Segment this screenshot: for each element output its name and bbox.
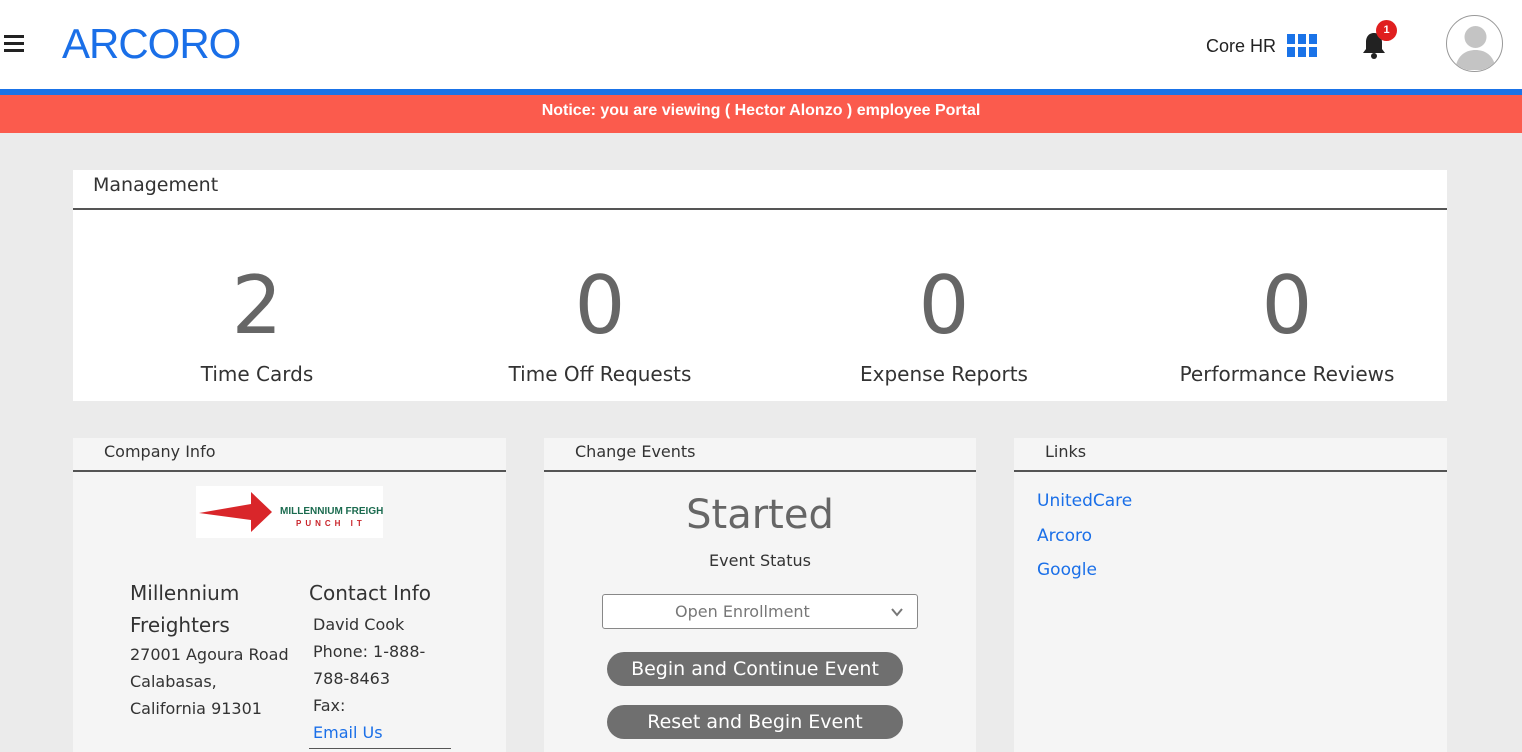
divider: [73, 208, 1447, 210]
change-events-title: Change Events: [575, 442, 696, 461]
address-line-2: Calabasas, California 91301: [130, 672, 262, 718]
stat-time-off-requests[interactable]: 0 Time Off Requests: [460, 258, 740, 386]
address-line-1: 27001 Agoura Road: [130, 645, 289, 664]
module-label[interactable]: Core HR: [1206, 36, 1276, 57]
company-logo-graphic: MILLENNIUM FREIGHTERS PUNCH IT: [199, 492, 410, 532]
user-silhouette-icon: [1455, 26, 1496, 70]
contact-phone: Phone: 1-888-788-8463: [313, 642, 426, 688]
company-info-panel: Company Info MILLENNIUM FREIGHTERS PUNCH…: [73, 438, 506, 752]
chevron-down-icon: [891, 608, 903, 617]
contact-info-title: Contact Info: [309, 581, 432, 605]
reset-begin-event-button[interactable]: Reset and Begin Event: [607, 705, 903, 739]
stat-value: 0: [918, 259, 970, 352]
stat-label: Time Off Requests: [508, 362, 692, 386]
contact-fax: Fax:: [313, 696, 346, 715]
contact-name: David Cook: [313, 615, 405, 634]
company-info-title: Company Info: [104, 442, 216, 461]
divider: [544, 470, 976, 472]
company-logo-text: MILLENNIUM FREIGHTERS: [280, 506, 383, 517]
link-google[interactable]: Google: [1037, 560, 1097, 580]
links-title: Links: [1045, 442, 1087, 461]
event-status-label: Event Status: [709, 551, 811, 570]
management-title: Management: [93, 174, 219, 196]
company-logo-tagline: PUNCH IT: [296, 519, 366, 528]
stat-time-cards[interactable]: 2 Time Cards: [117, 258, 397, 386]
stat-expense-reports[interactable]: 0 Expense Reports: [804, 258, 1084, 386]
begin-continue-event-button[interactable]: Begin and Continue Event: [607, 652, 903, 686]
contact-info: David Cook Phone: 1-888-788-8463 Fax: Em…: [313, 611, 458, 746]
notification-badge: 1: [1376, 20, 1397, 41]
stat-value: 0: [1261, 259, 1313, 352]
stat-value: 0: [574, 259, 626, 352]
top-bar: ARCORO Core HR 1: [0, 0, 1522, 89]
hamburger-menu-icon[interactable]: [4, 35, 24, 53]
stat-label: Performance Reviews: [1179, 362, 1395, 386]
links-panel: Links UnitedCare Arcoro Google: [1014, 438, 1447, 752]
event-select[interactable]: Open Enrollment: [602, 594, 918, 629]
stat-label: Time Cards: [200, 362, 314, 386]
email-us-link[interactable]: Email Us: [313, 719, 458, 746]
divider: [309, 748, 451, 749]
company-name: Millennium Freighters: [130, 581, 240, 637]
arcoro-logo[interactable]: ARCORO: [62, 22, 241, 66]
user-avatar[interactable]: [1446, 15, 1503, 72]
link-arcoro[interactable]: Arcoro: [1037, 526, 1092, 546]
link-unitedcare[interactable]: UnitedCare: [1037, 491, 1132, 511]
management-panel: Management 2 Time Cards 0 Time Off Reque…: [73, 170, 1447, 401]
stat-label: Expense Reports: [860, 362, 1028, 386]
divider: [1014, 470, 1447, 472]
company-address: 27001 Agoura Road Calabasas, California …: [130, 641, 290, 722]
event-status-value: Started: [686, 492, 834, 538]
app-grid-icon[interactable]: [1287, 34, 1317, 57]
event-select-value: Open Enrollment: [675, 602, 810, 621]
notice-banner: Notice: you are viewing ( Hector Alonzo …: [0, 95, 1522, 133]
stat-performance-reviews[interactable]: 0 Performance Reviews: [1147, 258, 1427, 386]
divider: [73, 470, 506, 472]
company-logo: MILLENNIUM FREIGHTERS PUNCH IT: [196, 486, 410, 538]
change-events-panel: Change Events Started Event Status Open …: [544, 438, 976, 752]
stat-value: 2: [231, 259, 283, 352]
